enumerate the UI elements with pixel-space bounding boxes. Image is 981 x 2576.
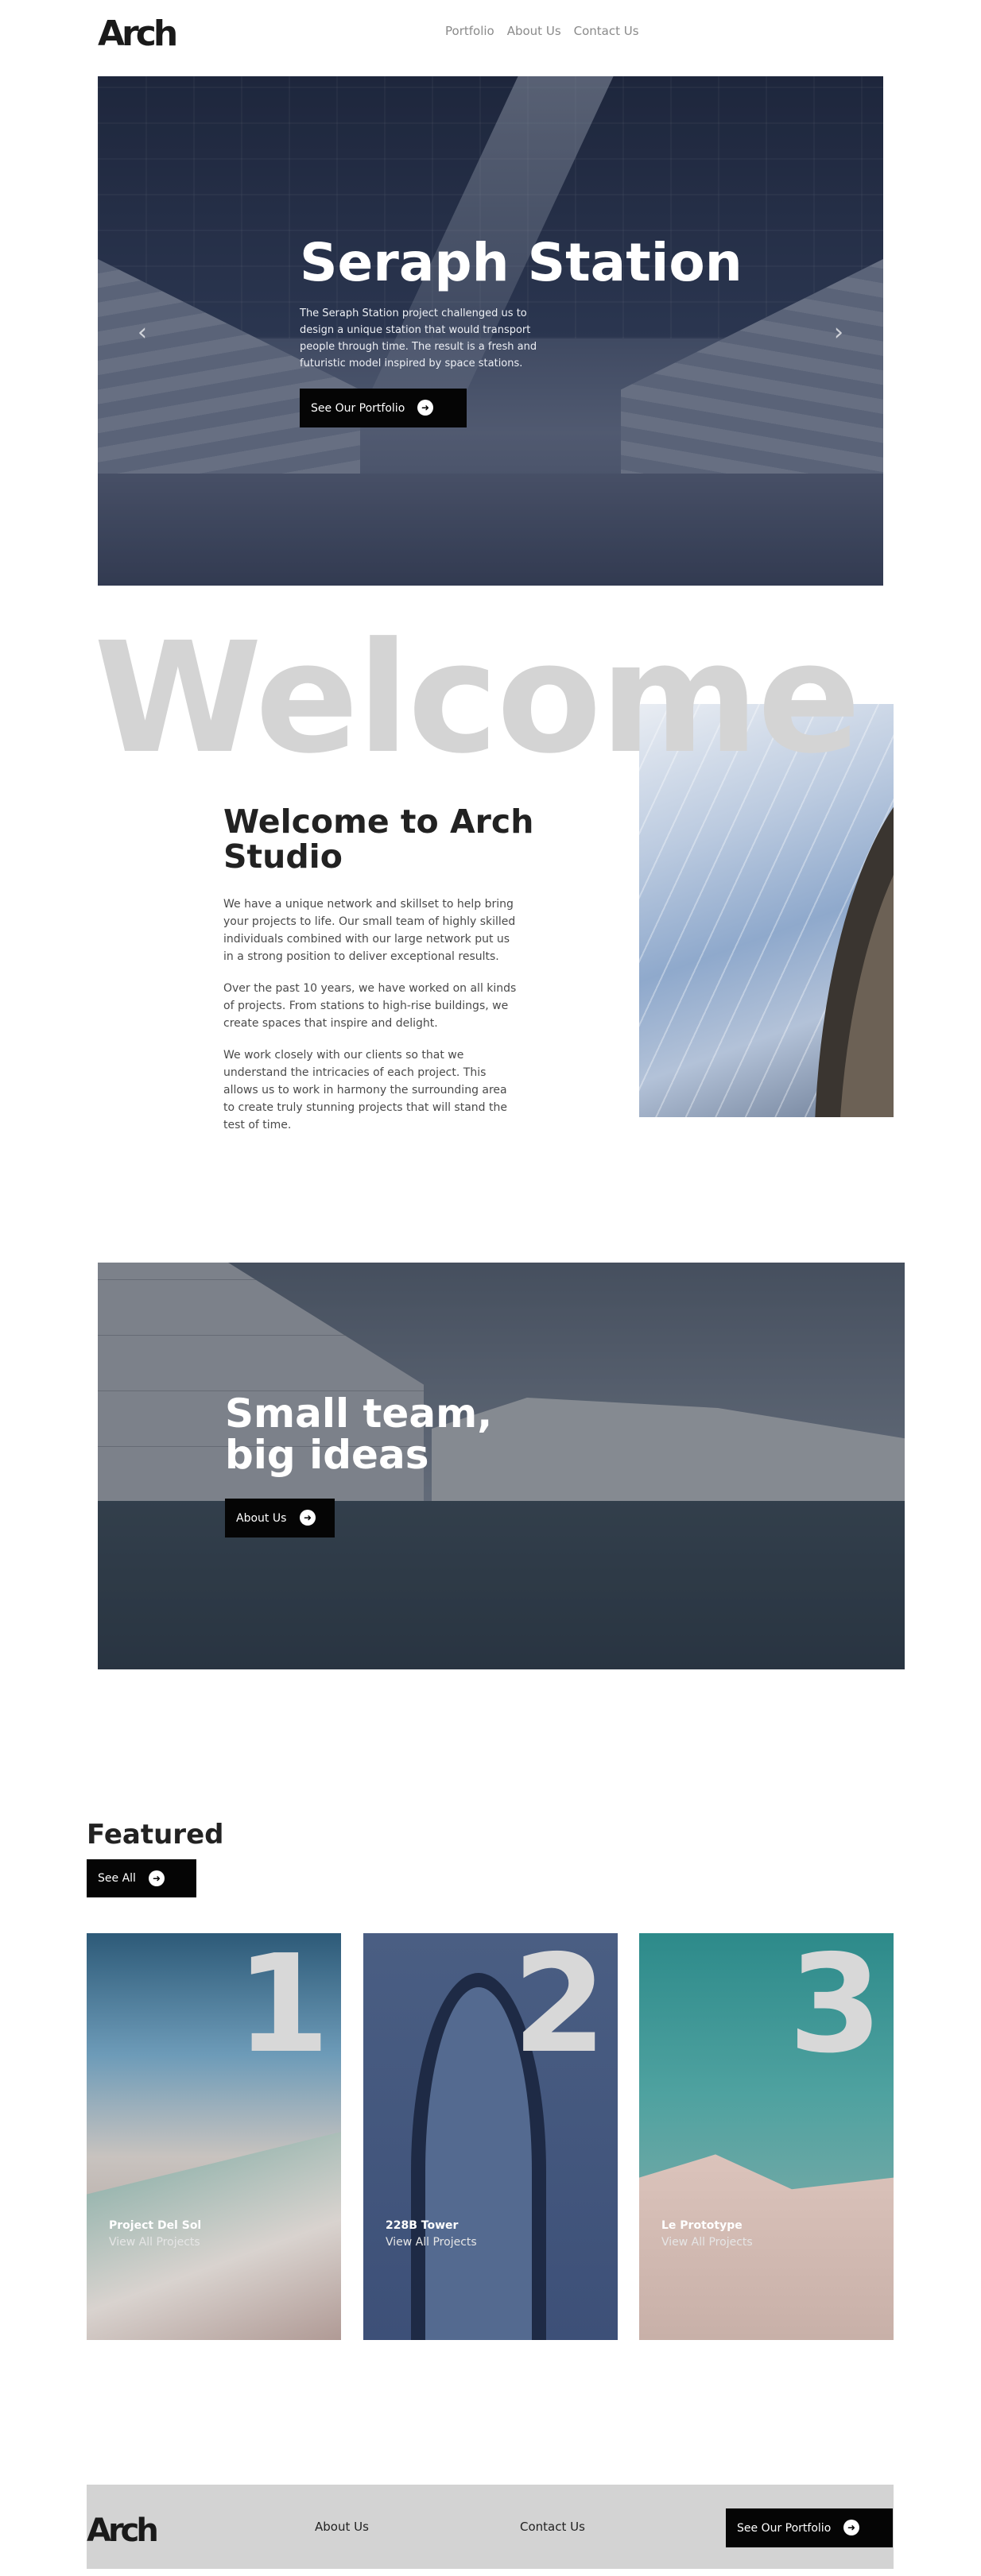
see-all-label: See All [98,1872,136,1885]
arrow-right-icon: ➜ [149,1870,165,1886]
nav-item-contact-us[interactable]: Contact Us [574,24,639,38]
welcome-watermark: Welcome [94,610,861,787]
card-title: 228B Tower [386,2219,459,2232]
hero-description: The Seraph Station project challenged us… [300,307,537,369]
small-team-banner [98,1263,905,1669]
banner-overlay [98,1263,905,1669]
svg-text:Arch: Arch [98,14,176,53]
about-us-button[interactable]: About Us ➜ [225,1499,335,1537]
featured-card-1[interactable]: 1 Project Del Sol View All Projects [87,1933,341,2340]
about-title: Welcome to Arch Studio [223,803,534,876]
svg-text:Arch: Arch [87,2512,157,2547]
arch-logo-icon: Arch [87,2512,160,2549]
footer-see-portfolio-button[interactable]: See Our Portfolio ➜ [726,2508,893,2547]
card-link[interactable]: View All Projects [386,2236,477,2249]
top-nav: Portfolio About Us Contact Us [445,24,639,38]
arch-logo-icon: Arch [98,14,179,54]
about-paragraph-2: Over the past 10 years, we have worked o… [223,982,517,1030]
card-number: 3 [788,1933,882,2083]
featured-title: Featured [87,1819,224,1851]
nav-item-portfolio[interactable]: Portfolio [445,24,494,38]
arrow-right-icon: ➜ [300,1510,316,1526]
footer-logo[interactable]: Arch [87,2509,160,2549]
chevron-left-icon[interactable]: ‹ [138,319,147,346]
featured-card-3[interactable]: 3 Le Prototype View All Projects [639,1933,894,2340]
logo[interactable]: Arch [98,10,179,54]
arrow-right-icon: ➜ [417,400,433,416]
footer-link-contact-us[interactable]: Contact Us [520,2520,585,2534]
footer-link-about-us[interactable]: About Us [315,2520,369,2534]
featured-card-2[interactable]: 2 228B Tower View All Projects [363,1933,618,2340]
nav-item-about-us[interactable]: About Us [507,24,561,38]
see-portfolio-label: See Our Portfolio [311,401,405,415]
footer: Arch About Us Contact Us See Our Portfol… [87,2485,894,2569]
about-paragraph-3: We work closely with our clients so that… [223,1049,507,1131]
hero-title: Seraph Station [300,232,743,293]
card-number: 1 [235,1933,330,2083]
small-team-title-line-1: Small team, [225,1390,493,1437]
see-portfolio-button[interactable]: See Our Portfolio ➜ [300,389,467,427]
about-paragraph-1: We have a unique network and skillset to… [223,898,516,963]
about-us-label: About Us [236,1511,287,1525]
card-link[interactable]: View All Projects [661,2236,753,2249]
card-number: 2 [512,1933,607,2083]
footer-see-portfolio-label: See Our Portfolio [737,2521,832,2535]
chevron-right-icon[interactable]: › [834,319,843,346]
arrow-right-icon: ➜ [843,2520,859,2535]
card-link[interactable]: View All Projects [109,2236,200,2249]
see-all-button[interactable]: See All ➜ [87,1859,196,1897]
card-title: Le Prototype [661,2219,743,2232]
small-team-title: Small team, big ideas [225,1393,492,1476]
small-team-title-line-2: big ideas [225,1432,429,1478]
card-title: Project Del Sol [109,2219,202,2232]
